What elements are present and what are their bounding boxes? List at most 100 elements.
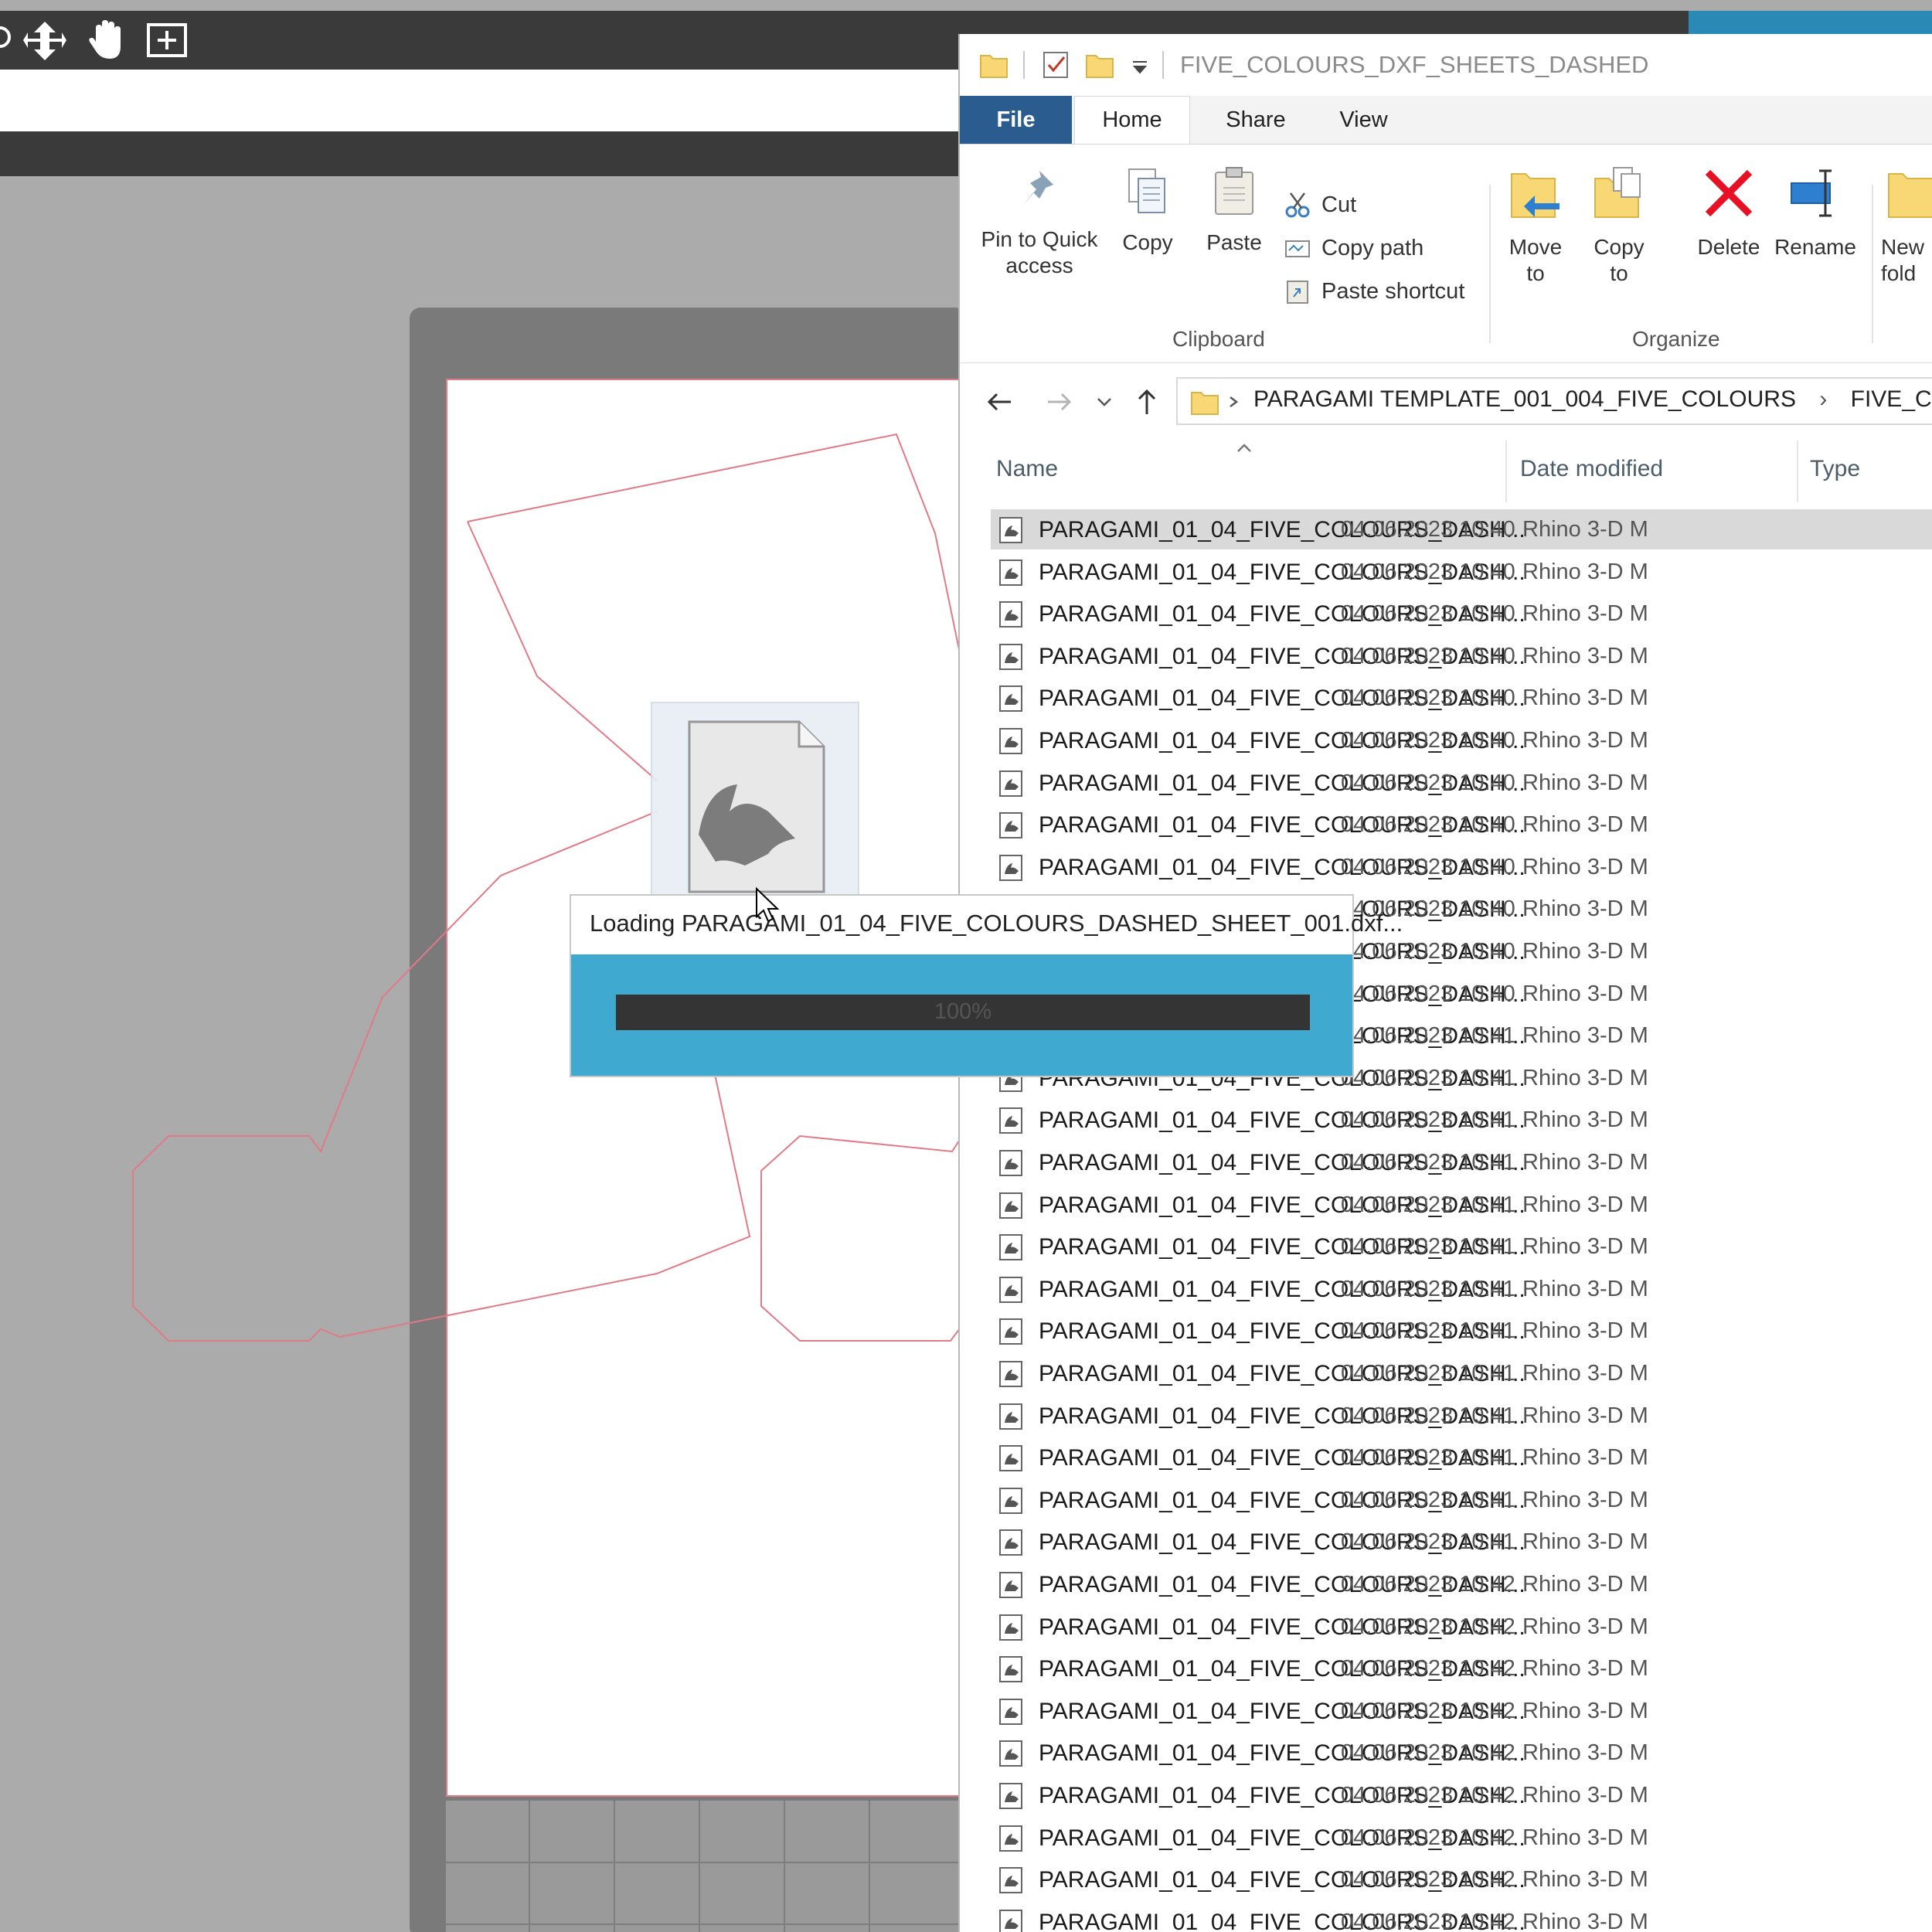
file-type: Rhino 3-D M (1522, 1276, 1648, 1301)
file-row[interactable]: PARAGAMI_01_04_FIVE_COLOURS_DASH...04.06… (991, 1100, 1932, 1140)
file-row[interactable]: PARAGAMI_01_04_FIVE_COLOURS_DASH...04.06… (991, 847, 1932, 887)
file-row[interactable]: PARAGAMI_01_04_FIVE_COLOURS_DASH...04.06… (991, 1311, 1932, 1351)
file-row[interactable]: PARAGAMI_01_04_FIVE_COLOURS_DASH...04.06… (991, 636, 1932, 676)
back-arrow-icon[interactable] (985, 386, 1015, 417)
file-row[interactable]: PARAGAMI_01_04_FIVE_COLOURS_DASH...04.06… (991, 1733, 1932, 1773)
file-type: Rhino 3-D M (1522, 517, 1648, 542)
forward-arrow-icon[interactable] (1043, 386, 1074, 417)
path-folder-icon (1191, 392, 1219, 415)
file-row[interactable]: PARAGAMI_01_04_FIVE_COLOURS_DASH...04.06… (991, 1269, 1932, 1309)
tab-view[interactable]: View (1323, 96, 1404, 144)
file-row[interactable]: PARAGAMI_01_04_FIVE_COLOURS_DASH...04.06… (991, 1142, 1932, 1182)
file-row[interactable]: PARAGAMI_01_04_FIVE_COLOURS_DASH...04.06… (991, 804, 1932, 845)
folder-icon (980, 55, 1008, 78)
file-row[interactable]: PARAGAMI_01_04_FIVE_COLOURS_DASH...04.06… (991, 1902, 1932, 1932)
file-type: Rhino 3-D M (1522, 854, 1648, 879)
drag-preview (651, 702, 859, 907)
rename-button[interactable]: Rename (1773, 166, 1858, 260)
copy-to-icon (1594, 167, 1641, 218)
customize-dropdown-icon[interactable] (1130, 57, 1150, 77)
file-type: Rhino 3-D M (1522, 1740, 1648, 1766)
move-to-button[interactable]: Move to (1501, 166, 1570, 287)
file-row[interactable]: PARAGAMI_01_04_FIVE_COLOURS_DASH...04.06… (991, 552, 1932, 592)
file-row[interactable]: PARAGAMI_01_04_FIVE_COLOURS_DASH...04.06… (991, 1437, 1932, 1478)
file-row[interactable]: PARAGAMI_01_04_FIVE_COLOURS_DASH...04.06… (991, 594, 1932, 634)
file-type: Rhino 3-D M (1522, 601, 1648, 627)
file-date: 04.06.2023 10:41 (1341, 1150, 1515, 1175)
file-date: 04.06.2023 10:41 (1341, 1023, 1515, 1049)
move-to-label: Move to (1509, 235, 1563, 285)
file-date: 04.06.2023 10:42 (1341, 1614, 1515, 1639)
file-row[interactable]: PARAGAMI_01_04_FIVE_COLOURS_DASH...04.06… (991, 1480, 1932, 1520)
file-row[interactable]: PARAGAMI_01_04_FIVE_COLOURS_DASH...04.06… (991, 1226, 1932, 1267)
file-type: Rhino 3-D M (1522, 812, 1648, 838)
new-folder-icon[interactable] (1085, 49, 1116, 80)
file-row[interactable]: PARAGAMI_01_04_FIVE_COLOURS_DASH...04.06… (991, 1353, 1932, 1393)
file-row[interactable]: PARAGAMI_01_04_FIVE_COLOURS_DASH...04.06… (991, 763, 1932, 803)
breadcrumb: PARAGAMI TEMPLATE_001_004_FIVE_COLOURS ›… (1253, 386, 1932, 413)
file-type: Rhino 3-D M (1522, 1825, 1648, 1850)
copy-path-button[interactable]: Copy path (1284, 233, 1423, 264)
recent-locations-chevron-icon[interactable] (1095, 393, 1114, 411)
file-date: 04.06.2023 10:40 (1341, 770, 1515, 795)
new-folder-button[interactable]: New fold (1881, 166, 1932, 287)
file-row[interactable]: PARAGAMI_01_04_FIVE_COLOURS_DASH...04.06… (991, 1648, 1932, 1689)
rhino-file-icon (999, 770, 1022, 797)
file-type: Rhino 3-D M (1522, 1445, 1648, 1471)
new-folder-ribbon-icon (1888, 173, 1932, 218)
file-row[interactable]: PARAGAMI_01_04_FIVE_COLOURS_DASH...04.06… (991, 509, 1932, 549)
file-date: 04.06.2023 10:42 (1341, 1825, 1515, 1850)
pin-to-quick-access-button[interactable]: Pin to Quick access (974, 166, 1105, 279)
tab-share[interactable]: Share (1213, 96, 1298, 144)
up-arrow-icon[interactable] (1131, 386, 1162, 417)
copy-icon (1128, 168, 1165, 213)
rhino-file-icon (999, 1318, 1022, 1345)
copy-to-button[interactable]: Copy to (1584, 166, 1654, 287)
path-box[interactable]: PARAGAMI TEMPLATE_001_004_FIVE_COLOURS ›… (1176, 377, 1932, 425)
file-row[interactable]: PARAGAMI_01_04_FIVE_COLOURS_DASH...04.06… (991, 1607, 1932, 1647)
file-row[interactable]: PARAGAMI_01_04_FIVE_COLOURS_DASH...04.06… (991, 1818, 1932, 1858)
cut-button[interactable]: Cut (1284, 189, 1356, 220)
pin-label: Pin to Quick access (981, 227, 1098, 277)
tab-file[interactable]: File (960, 96, 1072, 144)
file-type: Rhino 3-D M (1522, 1361, 1648, 1386)
progress-bar: 100% (616, 995, 1310, 1030)
file-type: Rhino 3-D M (1522, 1065, 1648, 1090)
file-type: Rhino 3-D M (1522, 1656, 1648, 1682)
file-row[interactable]: PARAGAMI_01_04_FIVE_COLOURS_DASH...04.06… (991, 1859, 1932, 1900)
paste-shortcut-button[interactable]: Paste shortcut (1284, 276, 1464, 307)
file-row[interactable]: PARAGAMI_01_04_FIVE_COLOURS_DASH...04.06… (991, 1775, 1932, 1815)
file-row[interactable]: PARAGAMI_01_04_FIVE_COLOURS_DASH...04.06… (991, 1396, 1932, 1436)
file-date: 04.06.2023 10:42 (1341, 1740, 1515, 1766)
file-date: 04.06.2023 10:41 (1341, 1361, 1515, 1386)
file-type: Rhino 3-D M (1522, 559, 1648, 584)
file-date: 04.06.2023 10:41 (1341, 1234, 1515, 1260)
breadcrumb-segment[interactable]: PARAGAMI TEMPLATE_001_004_FIVE_COLOURS (1253, 386, 1796, 412)
file-row[interactable]: PARAGAMI_01_04_FIVE_COLOURS_DASH...04.06… (991, 1185, 1932, 1225)
file-row[interactable]: PARAGAMI_01_04_FIVE_COLOURS_DASH...04.06… (991, 720, 1932, 760)
ribbon-home: Pin to Quick access Copy Paste Cut Copy … (960, 144, 1932, 363)
file-type: Rhino 3-D M (1522, 1909, 1648, 1932)
rhino-file-icon (999, 1825, 1022, 1852)
file-row[interactable]: PARAGAMI_01_04_FIVE_COLOURS_DASH...04.06… (991, 1564, 1932, 1604)
file-type: Rhino 3-D M (1522, 685, 1648, 711)
file-type: Rhino 3-D M (1522, 1023, 1648, 1049)
rhino-file-icon (999, 517, 1022, 543)
file-type: Rhino 3-D M (1522, 1192, 1648, 1217)
clipboard-group-label: Clipboard (1172, 327, 1265, 351)
file-type: Rhino 3-D M (1522, 1529, 1648, 1555)
file-date: 04.06.2023 10:40 (1341, 517, 1515, 542)
properties-icon[interactable] (1041, 49, 1072, 80)
move-to-icon (1511, 173, 1560, 218)
file-row[interactable]: PARAGAMI_01_04_FIVE_COLOURS_DASH...04.06… (991, 1522, 1932, 1562)
file-row[interactable]: PARAGAMI_01_04_FIVE_COLOURS_DASH...04.06… (991, 678, 1932, 718)
delete-button[interactable]: Delete (1686, 166, 1771, 260)
file-type: Rhino 3-D M (1522, 1403, 1648, 1428)
tab-home[interactable]: Home (1074, 96, 1190, 144)
copy-button[interactable]: Copy (1113, 166, 1182, 256)
rhino-file-icon (999, 1487, 1022, 1514)
file-row[interactable]: PARAGAMI_01_04_FIVE_COLOURS_DASH...04.06… (991, 1691, 1932, 1731)
paste-button[interactable]: Paste (1199, 166, 1269, 256)
rhino-file-icon (999, 1656, 1022, 1683)
breadcrumb-segment[interactable]: FIVE_COLOU (1851, 386, 1932, 412)
